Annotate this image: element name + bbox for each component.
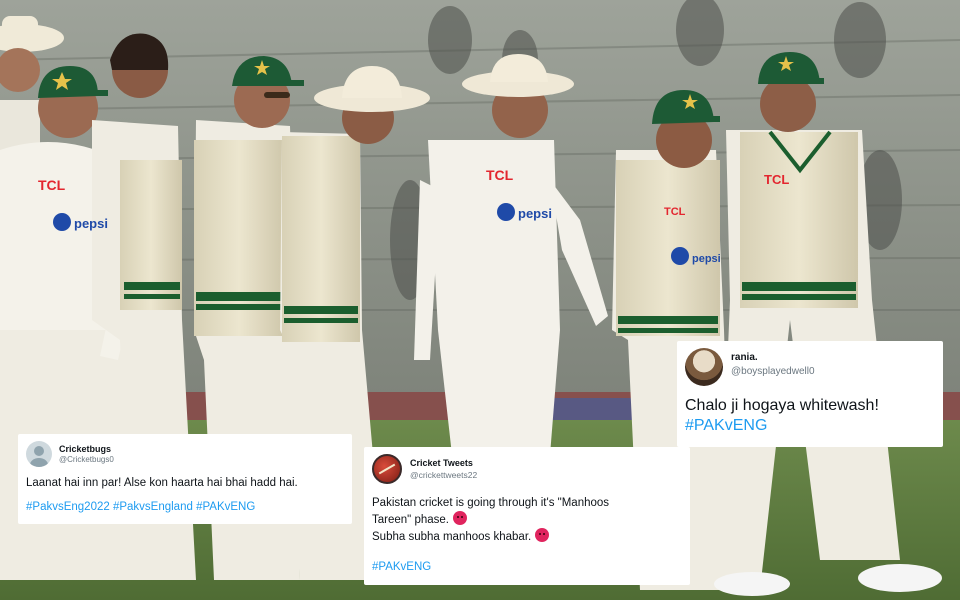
tweet-header: Cricket Tweets @crickettweets22	[372, 454, 682, 484]
tweet-card-cricketbugs[interactable]: Cricketbugs @Cricketbugs0 Laanat hai inn…	[18, 434, 352, 524]
chest-logo: TCL	[664, 206, 686, 218]
tweet-card-cricket-tweets[interactable]: Cricket Tweets @crickettweets22 Pakistan…	[364, 447, 690, 585]
pepsi-globe-icon	[497, 203, 515, 221]
tweet-hashtags[interactable]: #PakvsEng2022 #PakvsEngland #PAKvENG	[26, 500, 344, 514]
tweet-hashtags[interactable]: #PAKvENG	[372, 559, 682, 575]
tweet-header: Cricketbugs @Cricketbugs0	[26, 441, 344, 467]
angry-face-icon	[535, 528, 550, 542]
pepsi-globe-icon	[53, 213, 71, 231]
tweet-text: Chalo ji hogaya whitewash!	[685, 397, 879, 414]
angry-face-icon	[452, 511, 467, 525]
tweet-text-line-2-row: Tareen" phase.	[372, 511, 682, 528]
chest-logo: TCL	[38, 177, 66, 193]
tweet-author-handle[interactable]: @crickettweets22	[410, 470, 477, 480]
sponsor-logo: pepsi	[518, 206, 552, 221]
tweet-author-name[interactable]: Cricket Tweets	[410, 458, 477, 468]
default-avatar-icon[interactable]	[26, 441, 52, 467]
tweet-text-line-2: Tareen" phase.	[372, 514, 449, 526]
tweet-text-line-3: Subha subha manhoos khabar.	[372, 531, 532, 543]
tweet-author-handle[interactable]: @boysplayedwell0	[731, 366, 815, 377]
chest-logo: TCL	[764, 172, 789, 187]
tweet-hashtags[interactable]: #PAKvENG	[685, 416, 935, 436]
tweet-header: rania. @boysplayedwell0	[685, 348, 935, 386]
cricket-ball-avatar-icon[interactable]	[372, 454, 402, 484]
tweet-author-handle[interactable]: @Cricketbugs0	[59, 455, 114, 464]
tweet-text-line-1: Pakistan cricket is going through it's "…	[372, 497, 610, 509]
chest-logo: TCL	[486, 167, 514, 183]
pepsi-globe-icon	[671, 247, 689, 265]
profile-photo-avatar[interactable]	[685, 348, 723, 386]
boundary-strip	[540, 398, 640, 420]
tweet-text-line-3-row: Subha subha manhoos khabar.	[372, 528, 682, 545]
tweet-author-name[interactable]: Cricketbugs	[59, 444, 114, 454]
tweet-author-name[interactable]: rania.	[731, 352, 815, 363]
tweet-card-rania[interactable]: rania. @boysplayedwell0 Chalo ji hogaya …	[677, 341, 943, 447]
sponsor-logo: pepsi	[74, 216, 108, 231]
sponsor-logo: pepsi	[692, 253, 721, 265]
tweet-text: Laanat hai inn par! Alse kon haarta hai …	[26, 477, 298, 489]
